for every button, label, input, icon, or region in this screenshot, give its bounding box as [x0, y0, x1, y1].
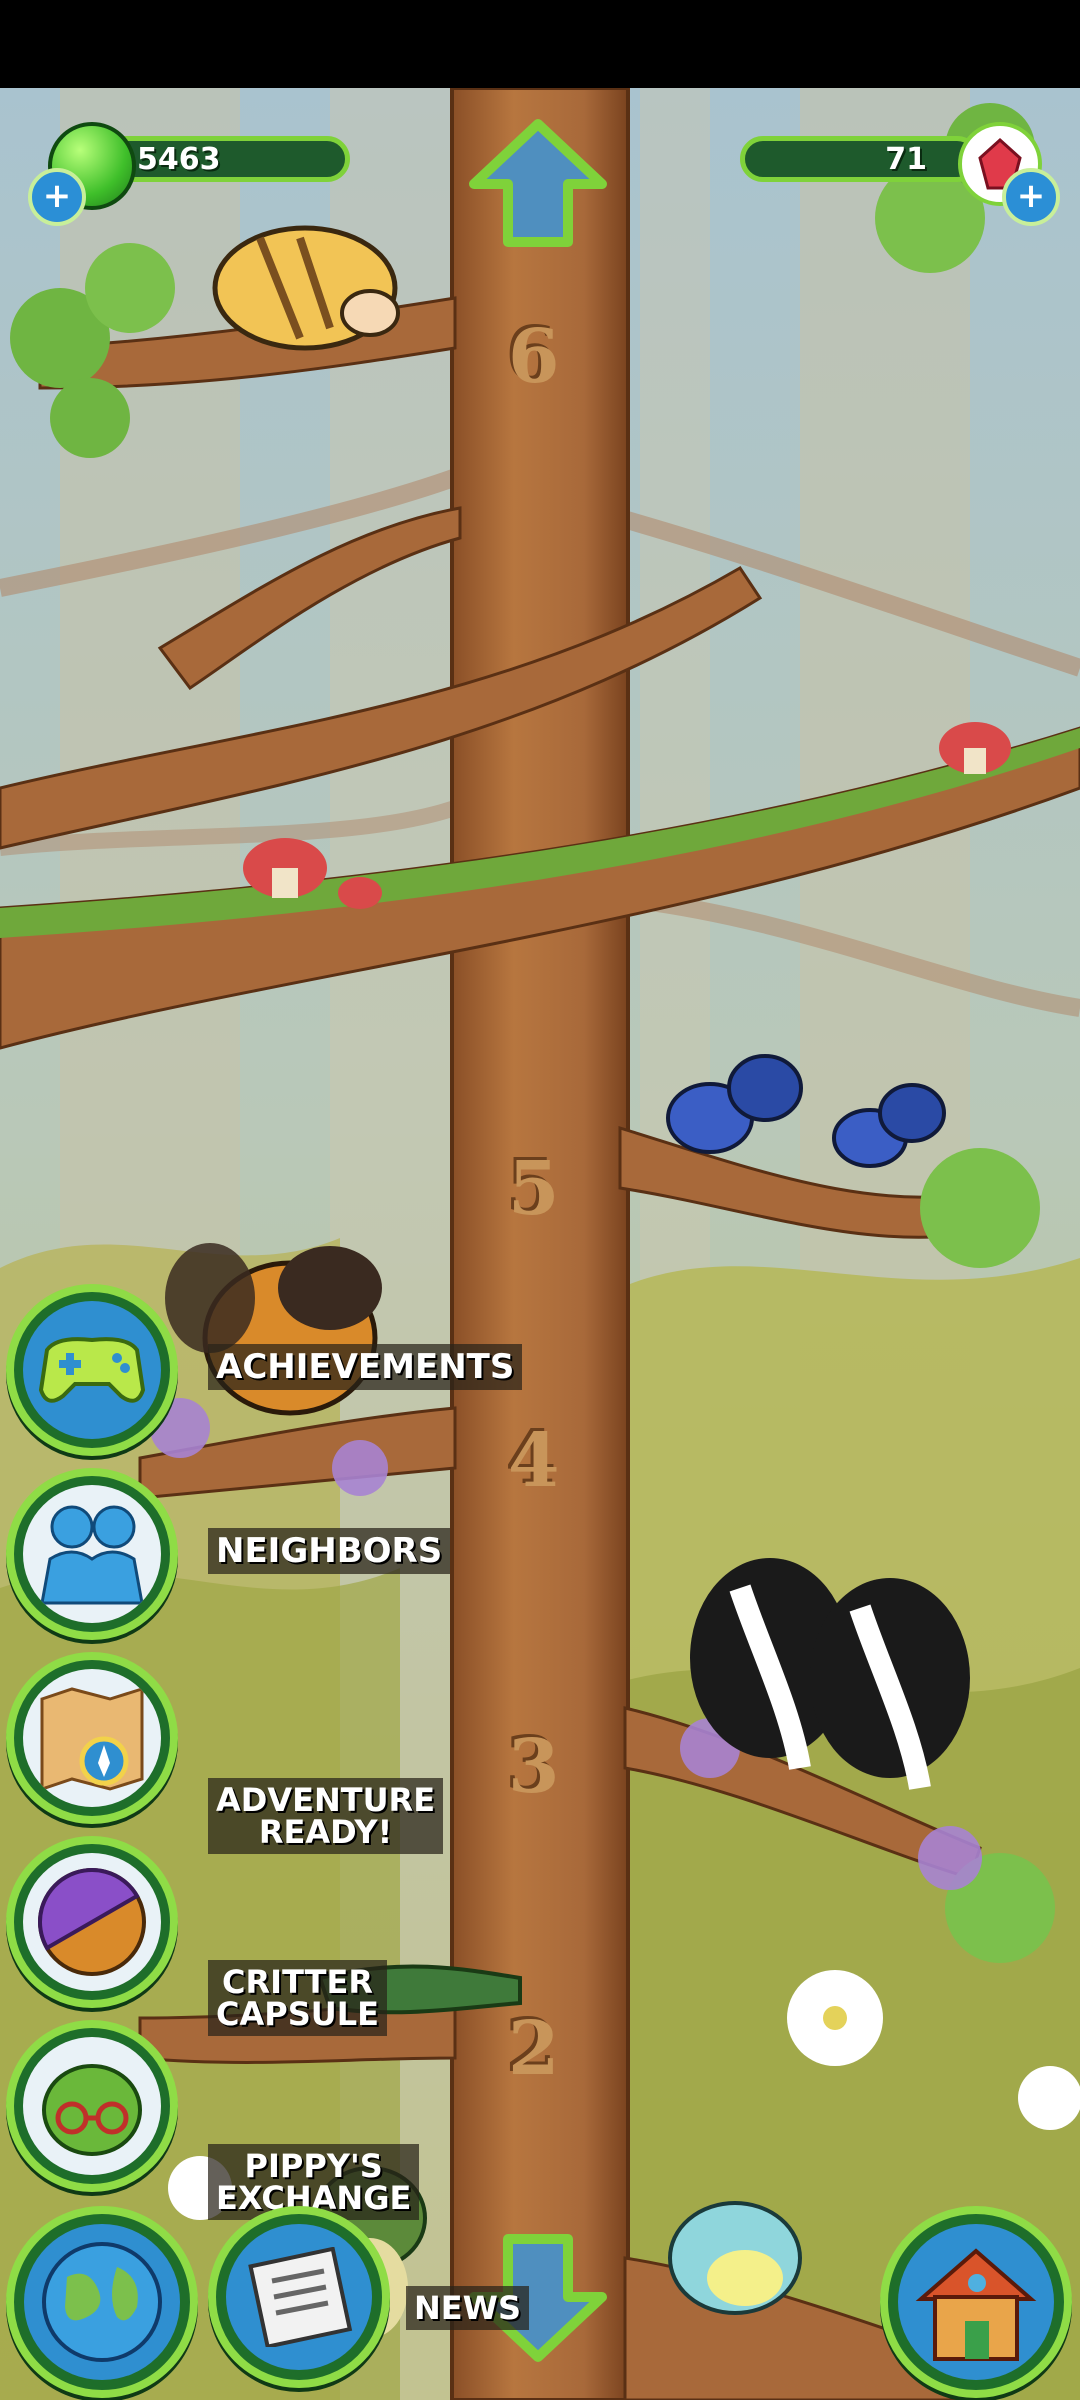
critter-capsule-label: CRITTER CAPSULE — [208, 1960, 387, 2036]
floor-number-4: 4 — [508, 1418, 560, 1504]
gem-count: 5463 — [137, 141, 221, 177]
add-crystals-button[interactable]: + — [1002, 168, 1060, 226]
scroll-up-button[interactable] — [468, 118, 608, 248]
game-scene[interactable]: 6 5 4 3 2 5463 + 71 + ACHIEVEMENTS NEIGH… — [0, 88, 1080, 2400]
up-arrow-icon — [469, 119, 607, 247]
home-button[interactable] — [880, 2206, 1072, 2398]
house-icon — [915, 2248, 1037, 2361]
gamepad-icon — [38, 1337, 146, 1403]
floor-number-6: 6 — [508, 314, 560, 400]
pippy-face-icon — [42, 2064, 142, 2156]
news-label: NEWS — [406, 2286, 529, 2330]
news-button[interactable] — [208, 2206, 390, 2388]
neighbors-label: NEIGHBORS — [208, 1528, 451, 1574]
crystal-count: 71 — [885, 141, 927, 177]
plus-icon: + — [1016, 176, 1046, 216]
achievements-label: ACHIEVEMENTS — [208, 1344, 523, 1390]
neighbors-button[interactable] — [6, 1468, 178, 1640]
hamster-critter — [212, 225, 400, 351]
frog-critter — [668, 2201, 802, 2315]
plus-icon: + — [42, 176, 72, 216]
critter-capsule-button[interactable] — [6, 1836, 178, 2008]
floor-number-2: 2 — [508, 2006, 560, 2092]
map-compass-icon — [40, 1686, 144, 1792]
world-map-button[interactable] — [6, 2206, 198, 2398]
pippys-exchange-button[interactable] — [6, 2020, 178, 2192]
people-icon — [40, 1505, 144, 1605]
adventure-button[interactable] — [6, 1652, 178, 1824]
add-gems-button[interactable]: + — [28, 168, 86, 226]
globe-icon — [42, 2242, 162, 2362]
adventure-label: ADVENTURE READY! — [208, 1778, 444, 1854]
floor-number-5: 5 — [508, 1146, 560, 1232]
capsule-icon — [38, 1868, 146, 1976]
achievements-button[interactable] — [6, 1284, 178, 1456]
newspaper-icon — [248, 2247, 353, 2347]
floor-number-3: 3 — [508, 1724, 560, 1810]
crystal-counter: 71 — [740, 136, 980, 182]
